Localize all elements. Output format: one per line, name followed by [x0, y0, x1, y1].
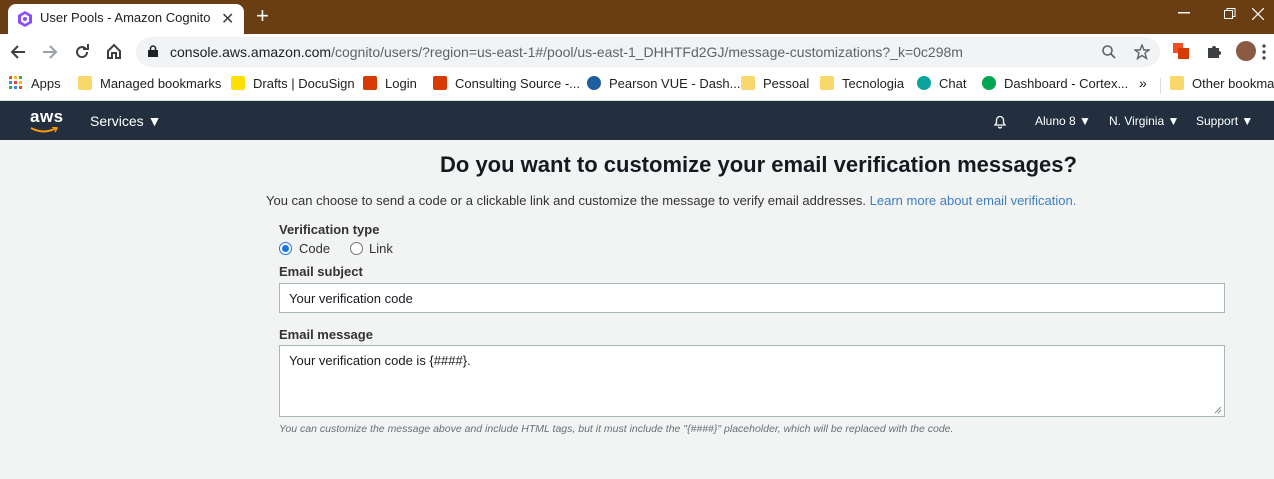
page-description: You can choose to send a code or a click…: [266, 193, 1076, 208]
back-arrow-icon[interactable]: [9, 43, 27, 61]
browser-toolbar: console.aws.amazon.com/cognito/users/?re…: [0, 34, 1274, 70]
placeholder-hint: You can customize the message above and …: [279, 423, 954, 435]
learn-more-link[interactable]: Learn more about email verification.: [870, 193, 1077, 208]
services-menu[interactable]: Services ▼: [90, 113, 161, 129]
browser-tab[interactable]: User Pools - Amazon Cognito ✕: [8, 4, 244, 34]
aws-logo[interactable]: aws: [30, 107, 64, 127]
bookmark-cortex[interactable]: Dashboard - Cortex...: [982, 76, 1128, 91]
bookmark-consulting[interactable]: Consulting Source -...: [433, 76, 580, 91]
bookmark-label: Drafts | DocuSign: [253, 76, 355, 91]
url-path: /cognito/users/?region=us-east-1#/pool/u…: [331, 44, 963, 60]
main-content: Do you want to customize your email veri…: [0, 140, 1274, 479]
browser-tab-strip: User Pools - Amazon Cognito ✕ +: [0, 0, 1274, 34]
email-message-label: Email message: [279, 327, 373, 342]
profile-avatar[interactable]: [1236, 41, 1256, 61]
bookmarks-bar: Apps Managed bookmarks Drafts | DocuSign…: [0, 70, 1274, 101]
forward-arrow-icon[interactable]: [41, 43, 59, 61]
bookmark-apps[interactable]: Apps: [9, 76, 61, 91]
minimize-icon[interactable]: [1178, 12, 1190, 14]
docusign-icon: [231, 76, 245, 90]
bookmark-label: Chat: [939, 76, 967, 91]
verification-type-label: Verification type: [279, 222, 380, 237]
bookmark-label: Tecnologia: [842, 76, 905, 91]
browser-menu-icon[interactable]: [1262, 44, 1266, 60]
notifications-bell-icon[interactable]: [992, 113, 1008, 129]
window-close-icon[interactable]: [1252, 8, 1264, 20]
office-extension-icon[interactable]: [1173, 43, 1189, 59]
lock-icon[interactable]: [148, 45, 158, 57]
url-domain: console.aws.amazon.com: [170, 44, 332, 60]
description-text: You can choose to send a code or a click…: [266, 193, 867, 208]
support-menu[interactable]: Support ▼: [1196, 114, 1253, 128]
tab-close-icon[interactable]: ✕: [221, 9, 234, 29]
email-subject-input[interactable]: Your verification code: [279, 283, 1225, 313]
folder-icon: [78, 76, 92, 90]
resize-handle-icon[interactable]: [1214, 406, 1222, 414]
pearson-icon: [587, 76, 601, 90]
bookmark-star-icon[interactable]: [1134, 44, 1150, 60]
email-subject-label: Email subject: [279, 264, 363, 279]
reload-icon[interactable]: [73, 43, 91, 61]
aws-smile-icon: [30, 127, 58, 133]
bookmark-chat[interactable]: Chat: [917, 76, 966, 91]
bookmark-managed[interactable]: Managed bookmarks: [78, 76, 221, 91]
user-menu[interactable]: Aluno 8 ▼: [1035, 114, 1091, 128]
bookmark-label: Pearson VUE - Dash...: [609, 76, 741, 91]
cognito-favicon-icon: [18, 11, 32, 27]
cortex-icon: [982, 76, 996, 90]
url-text[interactable]: console.aws.amazon.com/cognito/users/?re…: [170, 44, 963, 60]
office-icon: [433, 76, 447, 90]
folder-icon: [1170, 76, 1184, 90]
bookmark-label: Managed bookmarks: [100, 76, 222, 91]
extensions-puzzle-icon[interactable]: [1206, 43, 1222, 59]
tab-title: User Pools - Amazon Cognito: [40, 10, 211, 25]
bookmark-label: Other bookmarks: [1192, 76, 1274, 91]
bookmark-label: Pessoal: [763, 76, 810, 91]
page-title: Do you want to customize your email veri…: [440, 152, 1077, 177]
bookmark-label: Apps: [31, 76, 61, 91]
folder-icon: [741, 76, 755, 90]
bookmark-pessoal[interactable]: Pessoal: [741, 76, 809, 91]
radio-code[interactable]: [279, 242, 292, 255]
region-menu[interactable]: N. Virginia ▼: [1109, 114, 1179, 128]
bookmark-login[interactable]: Login: [363, 76, 417, 91]
bookmarks-overflow-icon[interactable]: »: [1139, 75, 1147, 91]
chat-icon: [917, 76, 931, 90]
home-icon[interactable]: [105, 42, 123, 60]
folder-icon: [820, 76, 834, 90]
bookmark-docusign[interactable]: Drafts | DocuSign: [231, 76, 355, 91]
radio-link-label[interactable]: Link: [369, 241, 393, 256]
restore-icon[interactable]: [1224, 8, 1236, 20]
bookmark-label: Login: [385, 76, 417, 91]
zoom-search-icon[interactable]: [1102, 45, 1116, 59]
bookmark-other[interactable]: Other bookmarks: [1170, 76, 1274, 91]
apps-grid-icon: [9, 76, 22, 89]
bookmark-label: Dashboard - Cortex...: [1004, 76, 1129, 91]
radio-link[interactable]: [350, 242, 363, 255]
aws-header: aws Services ▼ Aluno 8 ▼ N. Virginia ▼ S…: [0, 101, 1274, 140]
bookmarks-divider: [1160, 78, 1161, 94]
bookmark-label: Consulting Source -...: [455, 76, 581, 91]
email-message-textarea[interactable]: Your verification code is {####}.: [279, 345, 1225, 417]
new-tab-button[interactable]: +: [256, 3, 269, 29]
email-message-text: Your verification code is {####}.: [289, 353, 471, 368]
bookmark-tecnologia[interactable]: Tecnologia: [820, 76, 904, 91]
bookmark-pearson[interactable]: Pearson VUE - Dash...: [587, 76, 741, 91]
office-icon: [363, 76, 377, 90]
address-bar[interactable]: console.aws.amazon.com/cognito/users/?re…: [136, 37, 1160, 67]
radio-code-label[interactable]: Code: [299, 241, 330, 256]
